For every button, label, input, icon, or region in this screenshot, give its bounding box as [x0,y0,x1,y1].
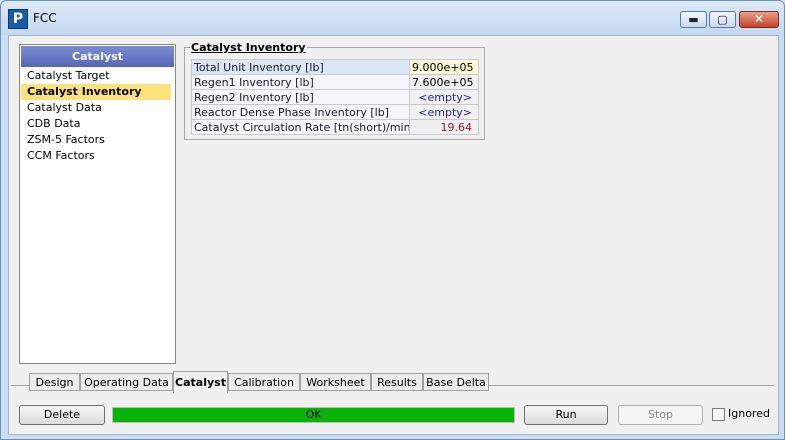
nav-item-cdb-data[interactable]: CDB Data [21,116,171,132]
tab-design[interactable]: Design [29,373,80,391]
fcc-window: P FCC ▬ ▢ ✕ Catalyst Catalyst Target Cat… [0,0,785,440]
regen1-inventory-cell[interactable]: 7.600e+05 [409,74,479,90]
window-title: FCC [33,11,57,25]
maximize-icon: ▢ [717,13,728,26]
tab-worksheet[interactable]: Worksheet [300,373,371,391]
catalyst-nav-panel: Catalyst Catalyst Target Catalyst Invent… [19,44,176,364]
row-label: Catalyst Circulation Rate [tn(short)/min… [191,119,410,135]
row-label: Total Unit Inventory [lb] [191,59,410,75]
minimize-icon: ▬ [688,13,699,26]
maximize-button[interactable]: ▢ [709,11,736,28]
delete-button[interactable]: Delete [19,405,105,425]
nav-item-zsm5-factors[interactable]: ZSM-5 Factors [21,132,171,148]
tab-catalyst[interactable]: Catalyst [173,371,228,393]
grid-row: Total Unit Inventory [lb] 9.000e+05 [191,59,479,75]
inventory-grid: Total Unit Inventory [lb] 9.000e+05 Rege… [191,59,479,135]
grid-row: Catalyst Circulation Rate [tn(short)/min… [191,119,479,135]
row-label: Reactor Dense Phase Inventory [lb] [191,104,410,120]
tab-operating-data[interactable]: Operating Data [80,373,173,391]
close-icon: ✕ [753,12,765,26]
row-label: Regen2 Inventory [lb] [191,89,410,105]
client-area: Catalyst Catalyst Target Catalyst Invent… [8,35,779,435]
tab-base-delta[interactable]: Base Delta [423,373,489,391]
grid-row: Regen1 Inventory [lb] 7.600e+05 [191,74,479,90]
grid-row: Reactor Dense Phase Inventory [lb] <empt… [191,104,479,120]
nav-item-catalyst-target[interactable]: Catalyst Target [21,68,171,84]
catalyst-inventory-group: Catalyst Inventory Total Unit Inventory … [184,41,485,140]
total-unit-inventory-cell[interactable]: 9.000e+05 [409,59,479,75]
reactor-dense-phase-inventory-cell[interactable]: <empty> [409,104,479,120]
nav-header: Catalyst [21,46,174,67]
nav-item-catalyst-inventory[interactable]: Catalyst Inventory [21,84,171,100]
ignored-label: Ignored [728,407,770,420]
tab-results[interactable]: Results [371,373,423,391]
close-button[interactable]: ✕ [739,11,779,28]
ignored-checkbox[interactable] [712,408,725,421]
status-text: OK [305,408,322,421]
status-bar: OK [112,407,515,423]
title-bar[interactable]: P FCC ▬ ▢ ✕ [1,1,784,35]
stop-button[interactable]: Stop [618,405,703,425]
catalyst-circulation-rate-cell[interactable]: 19.64 [409,119,479,135]
run-button[interactable]: Run [524,405,608,425]
nav-item-catalyst-data[interactable]: Catalyst Data [21,100,171,116]
regen2-inventory-cell[interactable]: <empty> [409,89,479,105]
tab-calibration[interactable]: Calibration [228,373,300,391]
nav-item-ccm-factors[interactable]: CCM Factors [21,148,171,164]
row-label: Regen1 Inventory [lb] [191,74,410,90]
minimize-button[interactable]: ▬ [680,11,707,28]
grid-row: Regen2 Inventory [lb] <empty> [191,89,479,105]
group-title: Catalyst Inventory [190,41,307,54]
app-icon: P [8,9,28,29]
